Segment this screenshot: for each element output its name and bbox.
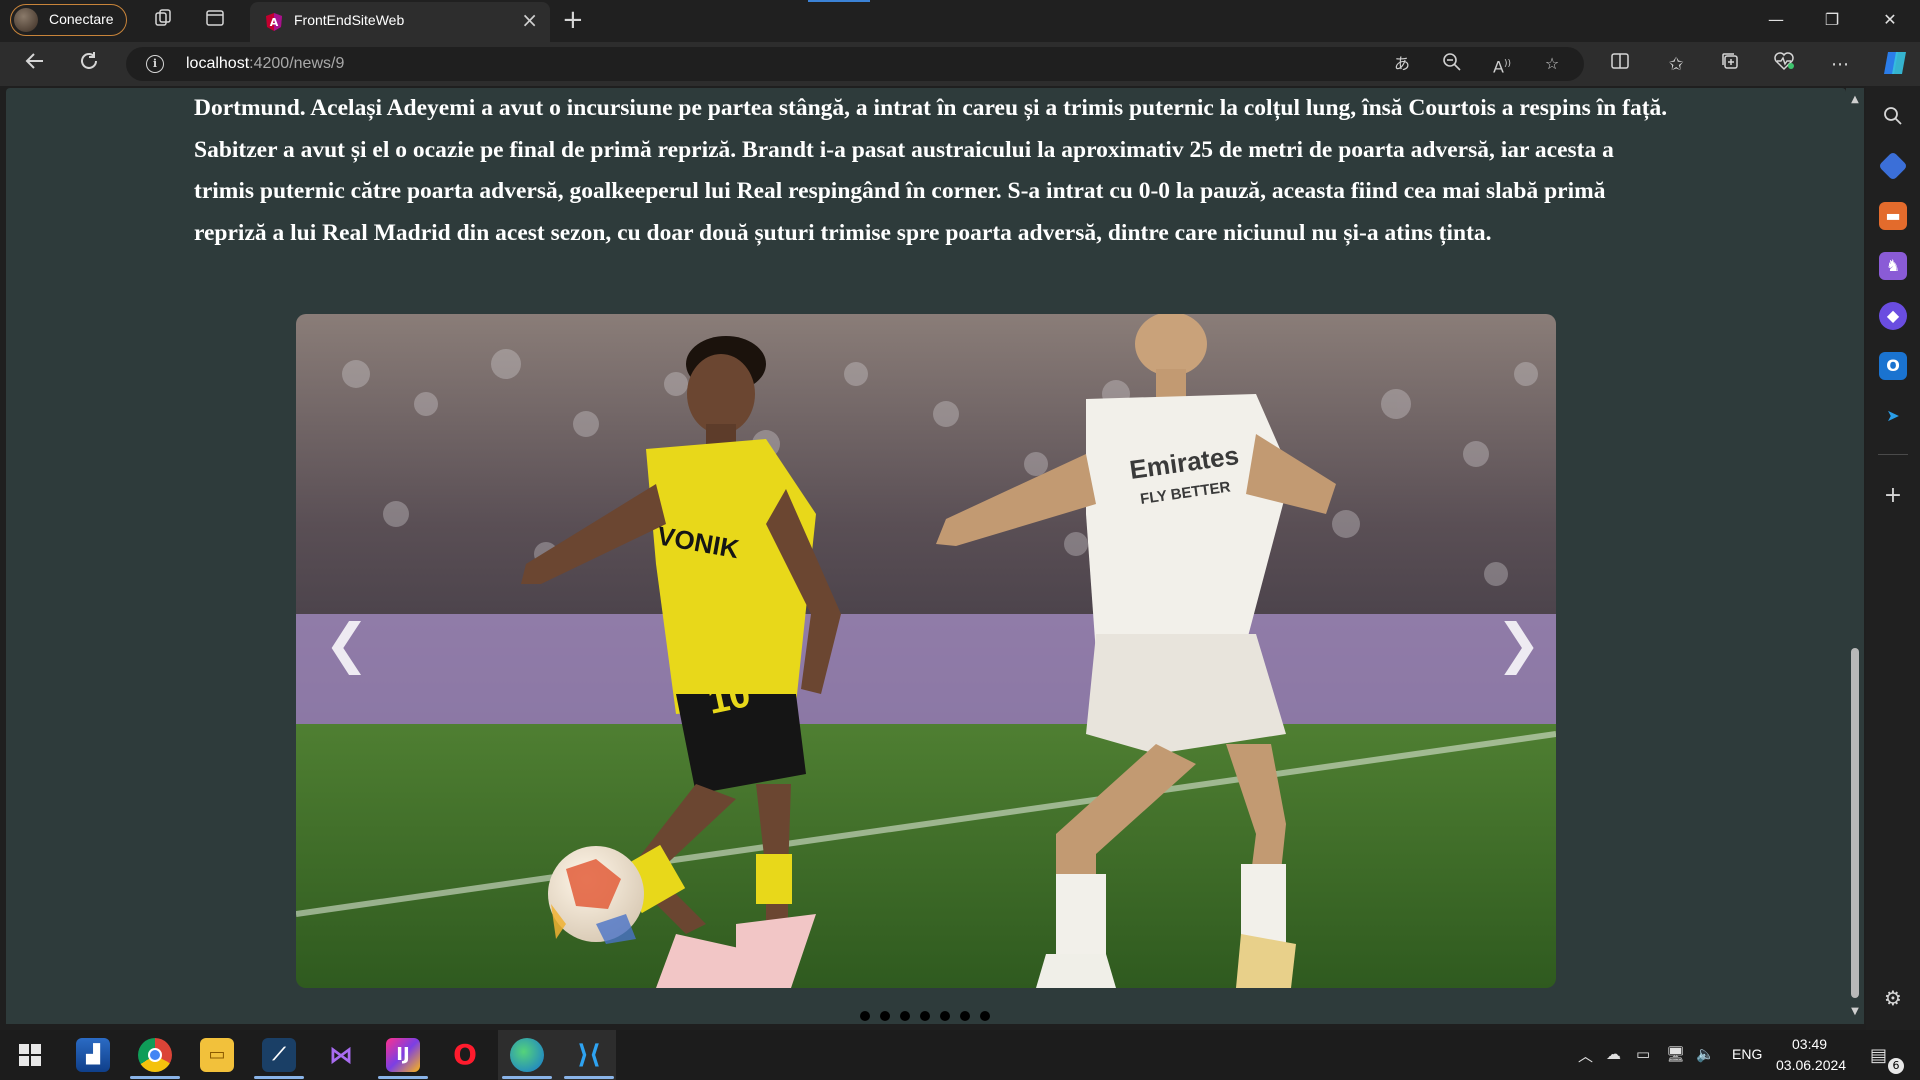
carousel-indicators (860, 1006, 1000, 1021)
close-tab-icon[interactable]: × (521, 8, 538, 32)
scroll-up-arrow-icon[interactable]: ▲ (1849, 94, 1861, 105)
tray-battery-icon[interactable]: ▭ (1636, 1045, 1650, 1063)
new-tab-button[interactable]: + (562, 6, 584, 34)
carousel-dot[interactable] (900, 1011, 910, 1021)
carousel-dot[interactable] (940, 1011, 950, 1021)
tray-onedrive-icon[interactable]: ☁ (1606, 1045, 1621, 1063)
tray-overflow-chevron-icon[interactable]: ︿ (1578, 1045, 1593, 1066)
taskbar-running-indicator (254, 1076, 304, 1079)
browser-toolbar: i localhost:4200/news/9 あ A)) ☆ ✩ ⋯ (0, 42, 1920, 86)
split-screen-icon[interactable] (1606, 51, 1634, 79)
tray-date[interactable]: 03.06.2024 (1776, 1057, 1846, 1073)
url-text[interactable]: localhost:4200/news/9 (186, 55, 344, 73)
scroll-down-arrow-icon[interactable]: ▼ (1849, 1006, 1861, 1017)
refresh-button[interactable] (74, 50, 104, 80)
match-photo: VONIK 10 Emirates FLY BETTER (296, 314, 1556, 988)
carousel-next-arrow[interactable]: ❯ (1496, 614, 1541, 674)
carousel-dot[interactable] (880, 1011, 890, 1021)
sidebar-games-icon[interactable]: ♞ (1879, 252, 1907, 280)
carousel-dot[interactable] (980, 1011, 990, 1021)
title-bar: Conectare A FrontEndSiteWeb × + — ❐ ✕ (0, 0, 1920, 42)
taskbar-running-indicator (378, 1076, 428, 1079)
start-windows-icon[interactable] (13, 1038, 47, 1072)
tab-title: FrontEndSiteWeb (294, 12, 405, 28)
page-scrollbar[interactable]: ▲ ▼ (1846, 88, 1864, 1024)
sidebar-add-icon[interactable]: + (1879, 482, 1907, 510)
taskbar-file-explorer-icon[interactable]: ▭ (200, 1038, 234, 1072)
notification-center-icon[interactable]: ▤ (1870, 1045, 1887, 1066)
address-bar[interactable]: i localhost:4200/news/9 あ A)) ☆ (126, 47, 1584, 81)
site-info-icon[interactable]: i (146, 55, 164, 73)
zoom-out-icon[interactable] (1440, 52, 1464, 76)
tab-frontendsiteweb[interactable]: A FrontEndSiteWeb × (250, 2, 550, 42)
sidebar-settings-gear-icon[interactable]: ⚙ (1879, 984, 1907, 1012)
favorite-star-icon[interactable]: ☆ (1540, 52, 1564, 76)
angular-favicon-icon: A (266, 13, 282, 31)
copilot-icon[interactable] (1880, 48, 1910, 78)
carousel-dot[interactable] (920, 1011, 930, 1021)
url-host: localhost (186, 55, 250, 72)
minimize-button[interactable]: — (1756, 6, 1796, 34)
taskbar-edge-icon[interactable] (510, 1038, 544, 1072)
svg-text:A: A (270, 16, 279, 29)
taskbar-running-indicator (502, 1076, 552, 1079)
football (548, 846, 644, 944)
sidebar-send-icon[interactable]: ➤ (1879, 402, 1907, 430)
workspaces-icon[interactable] (150, 8, 176, 34)
taskbar-vscode-icon[interactable]: ⟩⟨ (572, 1038, 606, 1072)
close-window-button[interactable]: ✕ (1870, 6, 1910, 34)
taskbar-jetbrains-icon[interactable]: IJ (386, 1038, 420, 1072)
read-aloud-icon[interactable]: A)) (1490, 52, 1514, 76)
avatar (14, 8, 38, 32)
taskbar-visual-studio-icon[interactable]: ⋈ (324, 1038, 358, 1072)
news-image-carousel[interactable]: VONIK 10 Emirates FLY BETTER ❮ ❯ (296, 314, 1556, 988)
translate-icon[interactable]: あ (1390, 52, 1414, 76)
sidebar-shopping-icon[interactable] (1878, 151, 1908, 181)
edge-sidebar: ▬ ♞ ◆ O ➤ + ⚙ (1866, 86, 1920, 1030)
taskbar-desktop-icon[interactable]: ▟ (76, 1038, 110, 1072)
more-options-icon[interactable]: ⋯ (1826, 51, 1854, 79)
taskbar-running-indicator (130, 1076, 180, 1079)
taskbar-ssms-icon[interactable]: ⟋ (262, 1038, 296, 1072)
carousel-dot[interactable] (960, 1011, 970, 1021)
page-viewport: Dortmund. Același Adeyemi a avut o incur… (6, 88, 1846, 1024)
browser-essentials-icon[interactable] (1770, 51, 1798, 79)
back-button[interactable] (20, 50, 50, 80)
window-accent (808, 0, 870, 2)
taskbar-running-indicator (564, 1076, 614, 1079)
collections-icon[interactable] (1716, 51, 1744, 79)
bvb-shirt-number: 10 (704, 673, 754, 723)
windows-taskbar: ▟ ▭ ⟋ ⋈ IJ O ⟩⟨ ︿ ☁ ▭ 🖥 🔈 ENG 03:49 03.0… (0, 1030, 1920, 1080)
sidebar-separator (1878, 454, 1908, 455)
tray-time[interactable]: 03:49 (1792, 1036, 1827, 1052)
tray-language[interactable]: ENG (1732, 1046, 1762, 1062)
sidebar-tools-icon[interactable]: ▬ (1879, 202, 1907, 230)
sidebar-search-icon[interactable] (1879, 102, 1907, 130)
tray-network-icon[interactable]: 🖥 (1666, 1045, 1685, 1063)
url-path: :4200/news/9 (249, 55, 345, 72)
notification-count-badge: 6 (1888, 1058, 1904, 1074)
carousel-prev-arrow[interactable]: ❮ (324, 614, 369, 674)
restore-button[interactable]: ❐ (1812, 6, 1852, 34)
sidebar-outlook-icon[interactable]: O (1879, 352, 1907, 380)
taskbar-chrome-icon[interactable] (138, 1038, 172, 1072)
favorites-icon[interactable]: ✩ (1662, 51, 1690, 79)
profile-button[interactable]: Conectare (10, 4, 127, 36)
carousel-dot[interactable] (860, 1011, 870, 1021)
scroll-thumb[interactable] (1851, 648, 1859, 998)
taskbar-opera-icon[interactable]: O (448, 1038, 482, 1072)
article-paragraph: Dortmund. Același Adeyemi a avut o incur… (194, 95, 1668, 246)
profile-label: Conectare (49, 11, 114, 27)
tray-volume-icon[interactable]: 🔈 (1696, 1045, 1715, 1063)
vertical-tabs-icon[interactable] (202, 8, 228, 34)
sidebar-copilot-icon[interactable]: ◆ (1879, 302, 1907, 330)
